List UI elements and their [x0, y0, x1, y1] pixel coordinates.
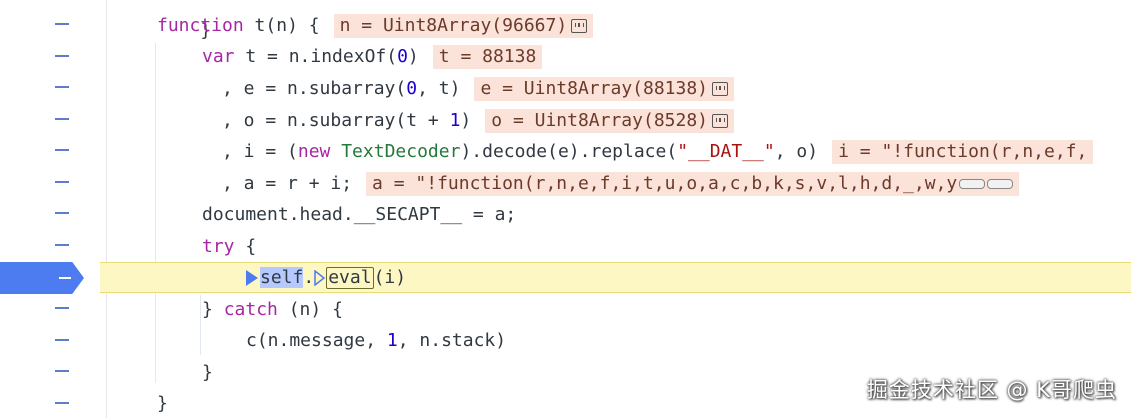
code-line: c(n.message, 1, n.stack) — [246, 325, 1131, 356]
brace: } — [157, 393, 168, 414]
keyword-var: var — [202, 46, 235, 67]
code-text: , t) — [417, 78, 461, 99]
gutter-marker[interactable] — [55, 402, 69, 404]
code-line: try { — [202, 231, 1131, 262]
code-line: , i = (new TextDecoder).decode(e).replac… — [222, 136, 1131, 167]
code-text: , a = r + i; — [222, 173, 353, 194]
inline-value-text: n = Uint8Array(96667) — [339, 15, 568, 36]
gutter-marker[interactable] — [55, 307, 69, 309]
code-dot: . — [303, 267, 315, 288]
code-line: , o = n.subarray(t + 1) o = Uint8Array(85… — [222, 105, 1131, 136]
gutter-marker[interactable] — [55, 149, 69, 151]
number: 0 — [397, 46, 408, 67]
params: (n) — [288, 299, 322, 320]
code-text: , i = ( — [222, 141, 298, 162]
code-text: t = n.indexOf( — [245, 46, 398, 67]
inline-value[interactable]: o = Uint8Array(8528) — [485, 109, 735, 133]
breakpoint-marker[interactable] — [0, 262, 84, 294]
brace: { — [308, 15, 320, 36]
code-line: var t = n.indexOf(0) t = 88138 — [202, 41, 1131, 72]
brace: { — [332, 299, 343, 320]
code-line: } catch (n) { — [202, 294, 1131, 325]
code-line: function t(n) { n = Uint8Array(96667) — [157, 10, 1131, 41]
gutter-marker[interactable] — [55, 55, 69, 57]
memory-inspector-icon[interactable] — [712, 114, 729, 128]
line-gutter[interactable] — [0, 0, 107, 418]
keyword-new: new — [297, 141, 331, 162]
gutter-marker[interactable] — [55, 118, 69, 120]
inline-value-text: a = "!function(r,n,e,f,i,t,u,o,a,c,b,k,s… — [372, 173, 958, 194]
inline-value-text: o = Uint8Array(8528) — [491, 110, 709, 131]
code-text: , o = n.subarray(t + — [222, 110, 450, 131]
number: 0 — [406, 78, 418, 99]
memory-inspector-icon[interactable] — [712, 82, 729, 96]
brace: } — [202, 299, 213, 320]
code-eval[interactable]: eval — [326, 267, 374, 289]
keyword-function: function — [157, 15, 244, 36]
inline-value-text: t = 88138 — [438, 46, 537, 67]
code-text: ) — [460, 110, 472, 131]
gutter-marker[interactable] — [55, 86, 69, 88]
keyword-catch: catch — [223, 299, 278, 320]
number: 1 — [449, 110, 461, 131]
indent-guide — [200, 295, 201, 355]
keyword-try: try — [202, 236, 235, 257]
code-args: (i) — [373, 267, 407, 288]
code-text: c(n.message, — [246, 330, 387, 351]
code-editor: } function t(n) {n = Uint8Array(96667) v… — [0, 0, 1131, 418]
gutter-marker[interactable] — [55, 181, 69, 183]
code-text: ).decode(e).replace( — [460, 141, 678, 162]
inline-value[interactable]: t = 88138 — [432, 45, 543, 69]
code-line: , a = r + i; a = "!function(r,n,e,f,i,t,u… — [222, 168, 1131, 199]
memory-inspector-icon[interactable] — [571, 19, 588, 33]
class-name: TextDecoder — [341, 141, 461, 162]
code-text: , o) — [774, 141, 819, 162]
brace: } — [202, 362, 213, 383]
gutter-marker[interactable] — [55, 23, 69, 25]
step-arrow-icon[interactable] — [246, 270, 258, 286]
inline-value[interactable]: a = "!function(r,n,e,f,i,t,u,o,a,c,b,k,s… — [366, 172, 1020, 196]
inline-value[interactable]: i = "!function(r,n,e,f, — [832, 140, 1094, 164]
number: 1 — [386, 330, 398, 351]
inline-value[interactable]: n = Uint8Array(96667) — [333, 14, 594, 38]
indent-guide — [155, 43, 156, 383]
gutter-divider — [106, 0, 107, 418]
expand-ellipsis-icon[interactable] — [987, 179, 1014, 189]
gutter-marker[interactable] — [55, 370, 69, 372]
inline-value-text: e = Uint8Array(88138) — [480, 78, 709, 99]
gutter-marker[interactable] — [55, 212, 69, 214]
step-arrow-outline-icon[interactable] — [314, 270, 326, 286]
brace: { — [245, 236, 257, 257]
code-text: , n.stack) — [397, 330, 507, 351]
current-execution-line[interactable]: self. eval (i) — [100, 262, 1131, 293]
function-name: t — [254, 15, 266, 36]
watermark: 掘金技术社区 @ K哥爬虫 — [866, 378, 1117, 402]
code-self: self — [260, 267, 304, 288]
inline-value[interactable]: e = Uint8Array(88138) — [474, 77, 735, 101]
inline-value-text: i = "!function(r,n,e,f, — [838, 141, 1088, 162]
code-text: document.head.__SECAPT__ = a; — [202, 204, 517, 225]
params: (n) — [265, 15, 298, 36]
code-text: ) — [407, 46, 419, 67]
code-line: , e = n.subarray(0, t) e = Uint8Array(881… — [222, 73, 1131, 104]
code-line: document.head.__SECAPT__ = a; — [202, 199, 1131, 230]
expand-ellipsis-icon[interactable] — [959, 179, 986, 189]
gutter-marker[interactable] — [55, 339, 69, 341]
gutter-marker[interactable] — [55, 244, 69, 246]
code-text: , e = n.subarray( — [222, 78, 407, 99]
string-literal: "__DAT__" — [677, 141, 775, 162]
